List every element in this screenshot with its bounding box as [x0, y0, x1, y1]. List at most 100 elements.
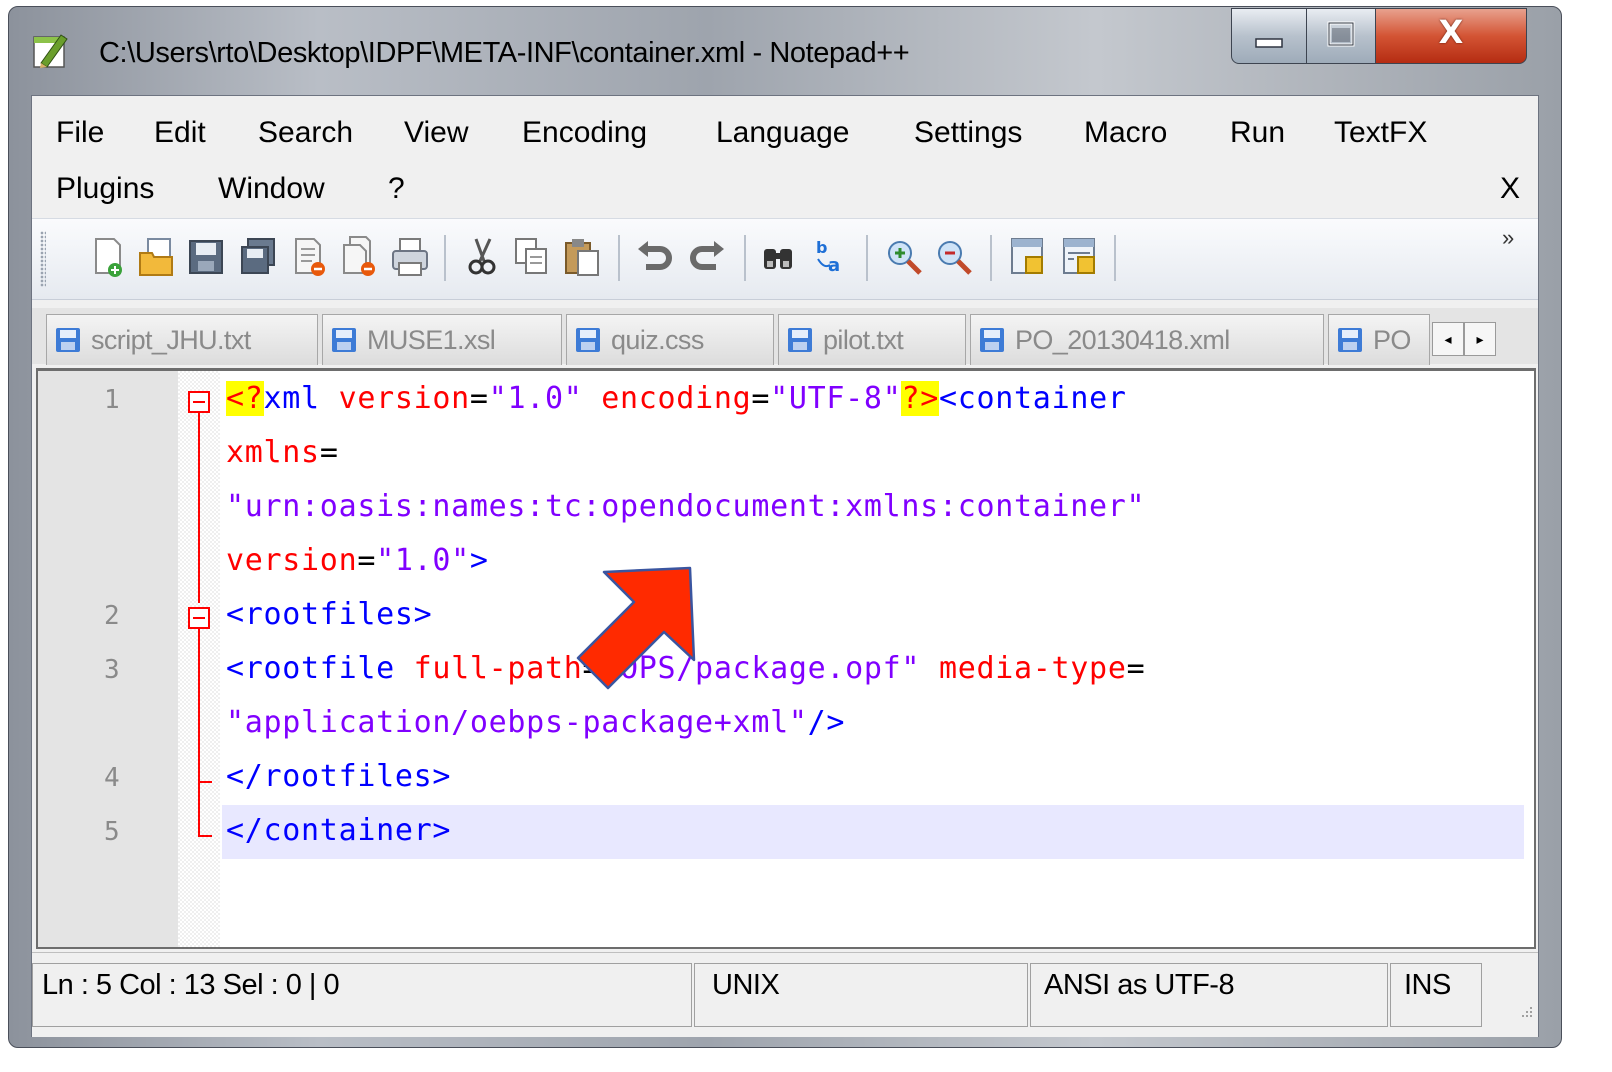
- zoom-in-icon[interactable]: [884, 235, 924, 279]
- close-button[interactable]: X: [1375, 8, 1527, 64]
- toolbar-separator: [1114, 235, 1116, 281]
- code-token: "urn:oasis:names:tc:opendocument:xmlns:c…: [226, 489, 1146, 524]
- tab-scroll-right-button[interactable]: ▸: [1464, 322, 1496, 356]
- encoding-status: ANSI as UTF-8: [1044, 969, 1235, 1001]
- code-line[interactable]: <rootfile full-path="OPS/package.opf" me…: [226, 651, 1145, 686]
- window-controls: X: [1231, 8, 1549, 68]
- close-icon: X: [1438, 13, 1464, 51]
- code-token: />: [807, 705, 846, 740]
- saved-file-icon: [1338, 328, 1362, 352]
- maximize-button[interactable]: [1306, 8, 1376, 64]
- code-line[interactable]: <rootfiles>: [226, 597, 432, 632]
- code-line[interactable]: version="1.0">: [226, 543, 489, 578]
- code-line[interactable]: xmlns=: [226, 435, 339, 470]
- menu-window[interactable]: Window: [218, 172, 325, 206]
- cut-icon[interactable]: [462, 235, 502, 279]
- fold-end-marker: [198, 835, 212, 837]
- code-line[interactable]: </container>: [226, 813, 451, 848]
- sync-horizontal-icon[interactable]: [1060, 235, 1100, 279]
- redo-icon[interactable]: [688, 235, 728, 279]
- toolbar-separator: [744, 235, 746, 281]
- tab-muse1[interactable]: MUSE1.xsl: [322, 314, 562, 365]
- open-file-icon[interactable]: [136, 235, 176, 279]
- toolbar-separator: [990, 235, 992, 281]
- cursor-position: Ln : 5 Col : 13 Sel : 0 | 0: [42, 969, 340, 1001]
- tab-label: pilot.txt: [823, 325, 904, 355]
- code-token: ?>: [901, 381, 939, 416]
- new-file-icon[interactable]: [88, 235, 128, 279]
- tab-pilot[interactable]: pilot.txt: [778, 314, 966, 365]
- menu-close-document[interactable]: X: [1500, 172, 1520, 206]
- minimize-button[interactable]: [1231, 8, 1307, 64]
- code-line[interactable]: "application/oebps-package+xml"/>: [226, 705, 845, 740]
- save-icon[interactable]: [186, 235, 226, 279]
- fold-end-marker: [198, 781, 212, 783]
- menu-run[interactable]: Run: [1230, 116, 1285, 150]
- toolbar-grip[interactable]: [40, 231, 46, 287]
- tab-quiz[interactable]: quiz.css: [566, 314, 774, 365]
- copy-icon[interactable]: [512, 235, 552, 279]
- undo-icon[interactable]: [634, 235, 674, 279]
- toolbar-separator: [444, 235, 446, 281]
- menu-edit[interactable]: Edit: [154, 116, 206, 150]
- code-line[interactable]: "urn:oasis:names:tc:opendocument:xmlns:c…: [226, 489, 1145, 524]
- close-all-icon[interactable]: [340, 235, 380, 279]
- code-token: version: [338, 381, 470, 416]
- code-token: <rootfiles>: [226, 597, 433, 632]
- resize-grip-icon[interactable]: [1516, 1005, 1534, 1023]
- code-token: media-type: [920, 651, 1127, 686]
- code-token: encoding: [582, 381, 752, 416]
- code-token: </container>: [226, 813, 452, 848]
- line-number: 5: [104, 817, 120, 847]
- menu-view[interactable]: View: [404, 116, 468, 150]
- menu-file[interactable]: File: [56, 116, 104, 150]
- zoom-out-icon[interactable]: [934, 235, 974, 279]
- replace-icon[interactable]: ba: [812, 235, 852, 279]
- tab-script-jhu[interactable]: script_JHU.txt: [46, 314, 318, 365]
- tab-scroll-left-button[interactable]: ◂: [1432, 322, 1464, 356]
- menu-bar: File Edit Search View Encoding Language …: [32, 96, 1538, 216]
- menu-macro[interactable]: Macro: [1084, 116, 1167, 150]
- fold-line: [198, 629, 200, 835]
- tab-label: PO: [1373, 325, 1411, 355]
- notepad-window: C:\Users\rto\Desktop\IDPF\META-INF\conta…: [8, 6, 1562, 1048]
- code-editor[interactable]: 1 2 3 4 5 <?xml version="1.0" encoding="…: [36, 368, 1536, 949]
- code-token: <?: [226, 381, 264, 416]
- menu-textfx[interactable]: TextFX: [1334, 116, 1427, 150]
- code-line[interactable]: <?xml version="1.0" encoding="UTF-8"?><c…: [226, 381, 1127, 416]
- sync-vertical-icon[interactable]: [1008, 235, 1048, 279]
- code-token: =: [319, 435, 339, 470]
- menu-settings[interactable]: Settings: [914, 116, 1022, 150]
- menu-language[interactable]: Language: [716, 116, 849, 150]
- code-token: =: [751, 381, 771, 416]
- minimize-icon: [1255, 38, 1283, 48]
- saved-file-icon: [576, 328, 600, 352]
- tab-po-20130418[interactable]: PO_20130418.xml: [970, 314, 1324, 365]
- window-client: File Edit Search View Encoding Language …: [31, 95, 1539, 1037]
- toolbar-overflow-button[interactable]: »: [1502, 225, 1514, 251]
- code-token: xml: [263, 381, 339, 416]
- menu-help[interactable]: ?: [388, 172, 405, 206]
- print-icon[interactable]: [390, 235, 430, 279]
- tab-po[interactable]: PO: [1328, 314, 1430, 365]
- save-all-icon[interactable]: [238, 235, 278, 279]
- code-token: =: [1126, 651, 1146, 686]
- find-icon[interactable]: [758, 235, 798, 279]
- saved-file-icon: [980, 328, 1004, 352]
- menu-encoding[interactable]: Encoding: [522, 116, 647, 150]
- toolbar-separator: [866, 235, 868, 281]
- code-token: "1.0": [376, 543, 470, 578]
- paste-icon[interactable]: [562, 235, 602, 279]
- close-file-icon[interactable]: [290, 235, 330, 279]
- fold-toggle-icon[interactable]: [188, 391, 210, 413]
- menu-search[interactable]: Search: [258, 116, 353, 150]
- code-token: <rootfile: [226, 651, 414, 686]
- saved-file-icon: [56, 328, 80, 352]
- title-bar[interactable]: C:\Users\rto\Desktop\IDPF\META-INF\conta…: [9, 7, 1561, 89]
- menu-plugins[interactable]: Plugins: [56, 172, 154, 206]
- code-line[interactable]: </rootfiles>: [226, 759, 451, 794]
- fold-toggle-icon[interactable]: [188, 607, 210, 629]
- code-token: </rootfiles>: [226, 759, 452, 794]
- maximize-icon: [1327, 21, 1355, 47]
- saved-file-icon: [332, 328, 356, 352]
